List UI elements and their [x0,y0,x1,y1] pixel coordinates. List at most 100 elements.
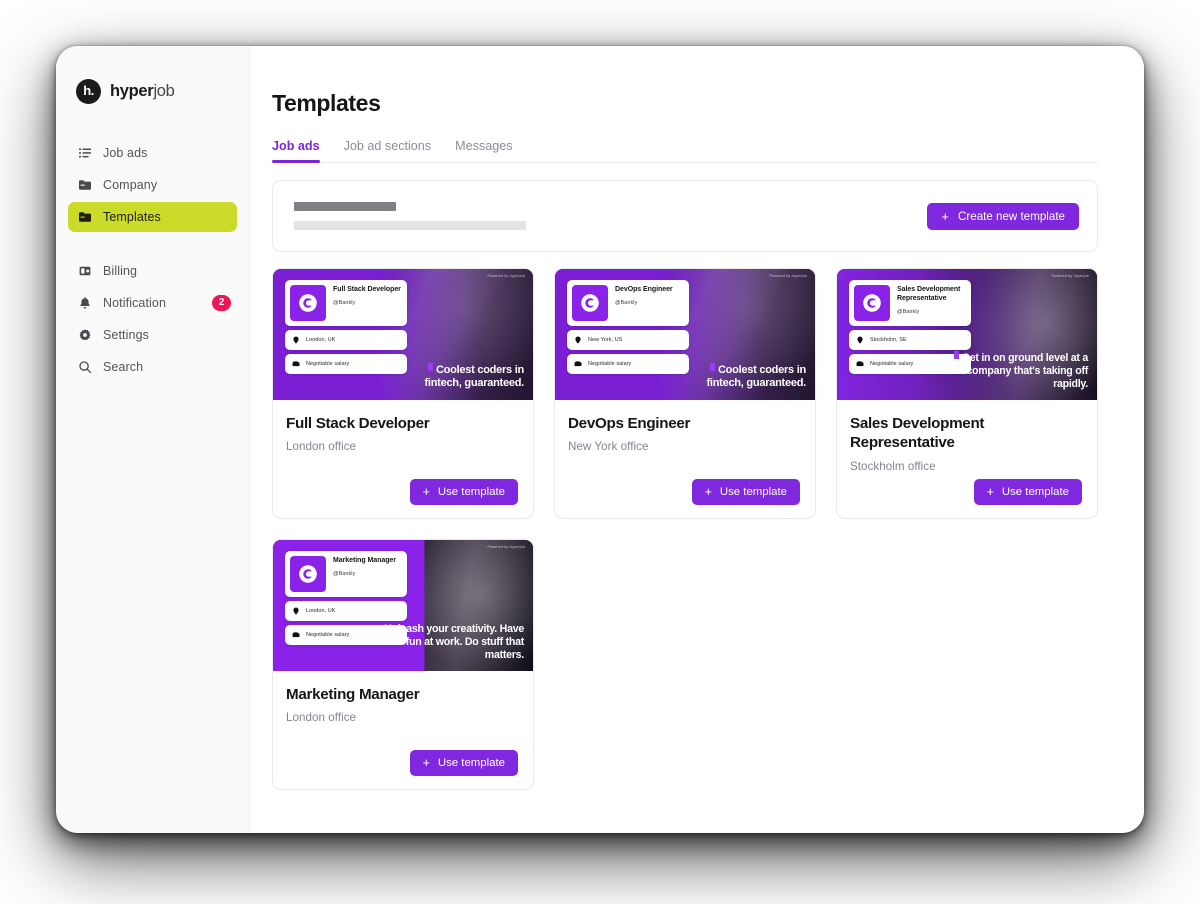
preview-tagline: Get in on ground level at a company that… [961,351,1089,390]
template-preview: Powered by hyperjob DevOps Engineer @Ban… [555,269,815,400]
preview-info-panels: Full Stack Developer @Bankly London, UK … [285,280,407,374]
use-template-label: Use template [1001,486,1069,498]
use-template-label: Use template [719,486,787,498]
card-office: New York office [568,440,649,454]
wallet-icon [574,360,582,368]
brand-mark-text: h. [83,83,94,98]
card-body: Marketing Manager London office + Use te… [273,671,533,789]
pin-icon [292,607,300,615]
card-body: DevOps Engineer New York office + Use te… [555,400,815,518]
preview-company: @Bankly [615,299,638,306]
preview-company: @Bankly [897,308,920,315]
notification-badge: 2 [212,295,231,311]
pin-icon [856,336,864,344]
card-office: London office [286,711,357,725]
templates-grid-row-1: Powered by hyperjob Full Stack Developer… [272,268,1098,519]
brand-name-bold: hyper [110,81,154,100]
create-new-template-button[interactable]: + Create new template [927,202,1079,230]
powered-by-label: Powered by hyperjob [1051,274,1089,278]
preview-location-row: London, UK [285,330,407,350]
preview-tagline: Coolest coders in fintech, guaranteed. [706,363,806,390]
plus-icon: + [422,755,430,770]
preview-header-panel: Marketing Manager @Bankly [285,551,407,597]
use-template-button[interactable]: + Use template [409,479,518,505]
template-card[interactable]: Powered by hyperjob Sales Development Re… [836,268,1098,519]
preview-location-row: New York, US [567,330,689,350]
page-root: h. hyperjob Job ads Company Templates Bi… [0,0,1200,904]
card-body: Sales Development Representative Stockho… [837,400,1097,518]
skeleton-bar-title [294,202,396,211]
quote-mark-icon [709,362,715,371]
quote-mark-icon [427,362,433,371]
preview-job-title: Marketing Manager [333,557,396,564]
templates-grid-row-2: Powered by hyperjob Marketing Manager @B… [272,539,1098,790]
bankly-logo-icon [290,285,326,321]
sidebar-item-search[interactable]: Search [68,352,237,382]
sidebar-item-settings[interactable]: Settings [68,320,237,350]
main-content: Templates Job ads Job ad sections Messag… [250,46,1144,833]
sidebar-primary-nav: Job ads Company Templates [56,138,249,234]
plus-icon: + [986,484,994,499]
preview-tagline-wrap: Coolest coders in fintech, guaranteed. [682,362,806,391]
preview-salary-row: Negotiable salary [567,354,689,374]
bankly-logo-icon [290,556,326,592]
use-template-button[interactable]: + Use template [409,750,518,776]
info-banner: + Create new template [272,180,1098,252]
preview-location-row: Stockholm, SE [849,330,971,350]
preview-job-title: DevOps Engineer [615,286,673,293]
preview-location: New York, US [588,337,623,343]
brand-logo[interactable]: h. hyperjob [56,74,249,108]
card-body: Full Stack Developer London office + Use… [273,400,533,518]
tab-messages[interactable]: Messages [455,139,512,162]
use-template-button[interactable]: + Use template [973,479,1082,505]
preview-header-text: Sales Development Representative @Bankly [897,285,966,315]
preview-job-title: Sales Development Representative [897,286,961,302]
sidebar-item-job-ads-label: Job ads [103,146,148,160]
preview-tagline: Unleash your creativity. Have fun at wor… [384,622,524,661]
bell-icon [78,296,92,310]
sidebar-item-job-ads[interactable]: Job ads [68,138,237,168]
brand-wordmark: hyperjob [110,82,175,101]
sidebar: h. hyperjob Job ads Company Templates Bi… [56,46,250,833]
tab-job-ad-sections[interactable]: Job ad sections [344,139,432,162]
template-card[interactable]: Powered by hyperjob Marketing Manager @B… [272,539,534,790]
preview-location: London, UK [306,608,336,614]
preview-tagline-wrap: Coolest coders in fintech, guaranteed. [400,362,524,391]
preview-header-panel: Full Stack Developer @Bankly [285,280,407,326]
app-window: h. hyperjob Job ads Company Templates Bi… [56,46,1144,833]
preview-job-title: Full Stack Developer [333,286,401,293]
sidebar-item-company-label: Company [103,178,158,192]
list-icon [78,146,92,160]
sidebar-item-templates[interactable]: Templates [68,202,237,232]
preview-salary-row: Negotiable salary [285,354,407,374]
sidebar-item-billing[interactable]: Billing [68,256,237,286]
preview-tagline: Coolest coders in fintech, guaranteed. [424,363,524,390]
card-actions: + Use template [850,479,1082,505]
wallet-icon [292,631,300,639]
template-card[interactable]: Powered by hyperjob DevOps Engineer @Ban… [554,268,816,519]
sidebar-item-notification[interactable]: Notification 2 [68,288,237,318]
powered-by-label: Powered by hyperjob [487,274,525,278]
sidebar-item-company[interactable]: Company [68,170,237,200]
pin-icon [292,336,300,344]
tab-job-ads[interactable]: Job ads [272,139,320,163]
card-title: Marketing Manager [286,686,420,703]
search-icon [78,360,92,374]
powered-by-label: Powered by hyperjob [487,545,525,549]
card-title: Full Stack Developer [286,415,430,432]
preview-location-row: London, UK [285,601,407,621]
sidebar-item-billing-label: Billing [103,264,138,278]
sidebar-item-settings-label: Settings [103,328,149,342]
quote-mark-icon [953,350,959,359]
preview-company: @Bankly [333,299,356,306]
use-template-label: Use template [437,757,505,769]
hyperjob-mark-icon: h. [76,78,101,104]
pin-icon [574,336,582,344]
plus-icon: + [704,484,712,499]
bankly-logo-icon [854,285,890,321]
preview-location: London, UK [306,337,336,343]
use-template-button[interactable]: + Use template [691,479,800,505]
page-title: Templates [272,90,381,116]
card-title: DevOps Engineer [568,415,691,432]
template-card[interactable]: Powered by hyperjob Full Stack Developer… [272,268,534,519]
